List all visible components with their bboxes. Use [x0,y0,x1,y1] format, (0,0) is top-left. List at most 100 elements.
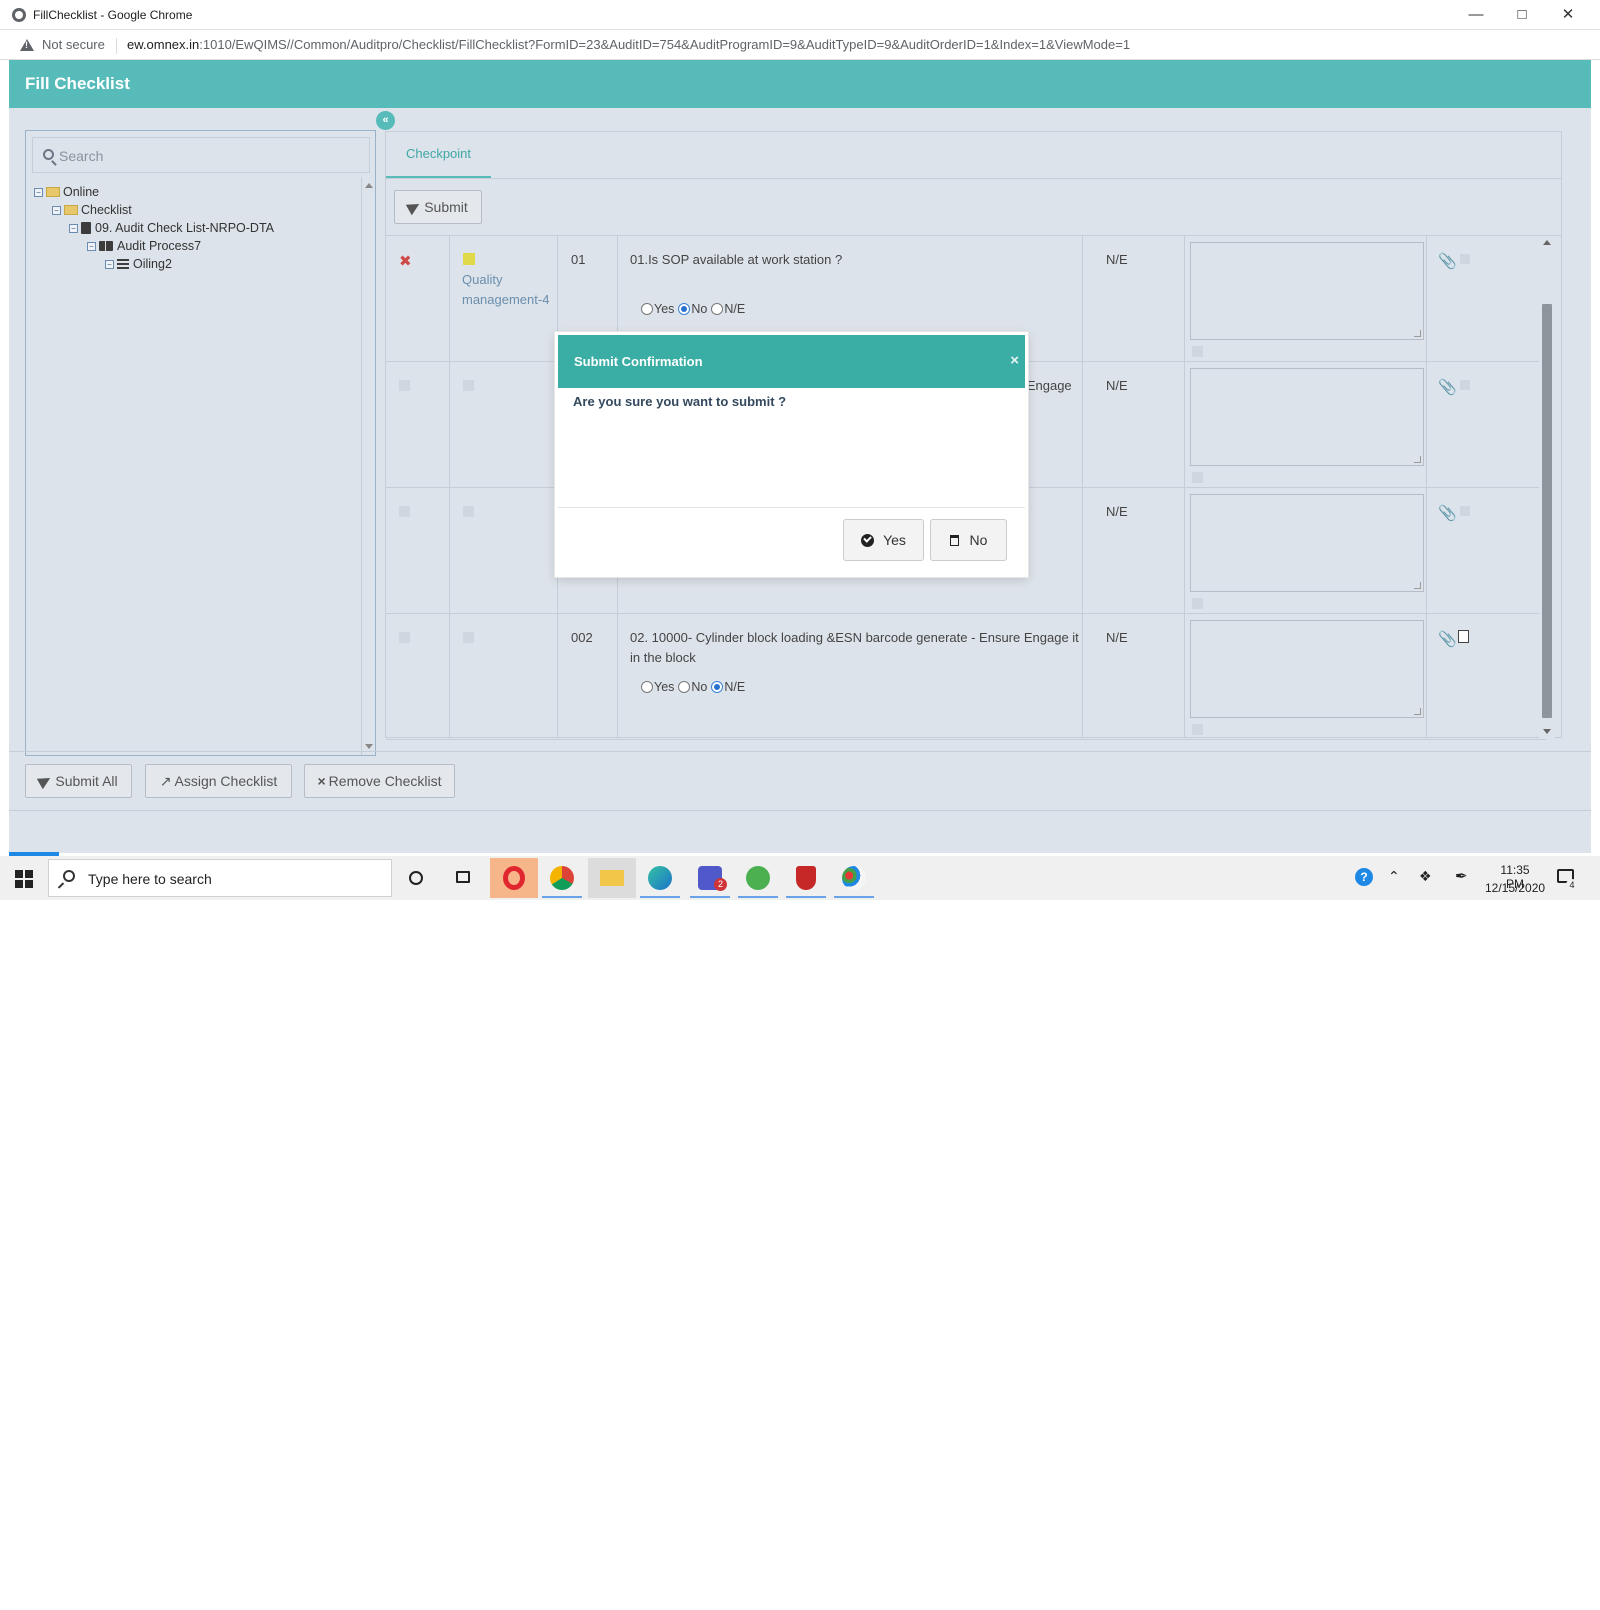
tab-divider [386,178,1561,179]
collapse-toggle-icon[interactable]: − [34,187,43,197]
scroll-up-icon[interactable] [365,183,373,188]
opera-icon[interactable] [490,858,538,898]
scroll-thumb[interactable] [1542,304,1552,718]
paperclip-icon[interactable]: 📎 [1438,252,1457,270]
remarks-textarea[interactable] [1190,242,1424,340]
utorrent-icon[interactable] [734,858,782,898]
row-select-box[interactable] [399,506,410,517]
remarks-textarea[interactable] [1190,620,1424,718]
scroll-up-icon[interactable] [1543,240,1551,245]
help-tray-icon[interactable]: ? [1355,868,1373,886]
file-explorer-icon[interactable] [588,858,636,898]
radio-ne[interactable] [711,681,724,693]
submit-all-button[interactable]: Submit All [25,764,132,798]
document-icon[interactable] [1460,506,1470,516]
scroll-down-icon[interactable] [1543,729,1551,734]
paperclip-icon[interactable]: 📎 [1438,630,1457,648]
dialog-message: Are you sure you want to submit ? [573,394,787,409]
row-checkbox[interactable] [1192,472,1203,483]
teams-icon[interactable]: 2 [686,858,734,898]
windows-start-icon[interactable] [15,870,33,888]
taskbar-search-placeholder: Type here to search [88,871,212,887]
dialog-close-button[interactable]: × [1010,352,1019,369]
tab-checkpoint[interactable]: Checkpoint [386,132,491,178]
maximize-button[interactable]: □ [1502,4,1542,26]
radio-no[interactable] [678,303,691,315]
pen-icon[interactable]: ✒ [1455,867,1468,885]
paperclip-icon[interactable]: 📎 [1438,378,1457,396]
document-icon[interactable] [1460,254,1470,264]
security-label[interactable]: Not secure [42,37,105,52]
tree-node-audit-process[interactable]: − Audit Process7 [87,237,201,255]
minimize-button[interactable]: — [1456,4,1496,26]
chrome-icon[interactable] [538,858,586,898]
tree-node-online[interactable]: − Online [34,183,99,201]
assign-checklist-button[interactable]: ↗ Assign Checklist [145,764,292,798]
row-checkbox[interactable] [1192,346,1203,357]
url-text[interactable]: ew.omnex.in:1010/EwQIMS//Common/Auditpro… [127,37,1130,52]
share-icon: ↗ [159,772,172,789]
scroll-down-icon[interactable] [365,744,373,749]
remove-checklist-button[interactable]: × Remove Checklist [304,764,455,798]
book-icon [81,222,91,234]
grid-scrollbar[interactable] [1539,236,1555,738]
submit-button[interactable]: Submit [394,190,482,224]
confirm-yes-button[interactable]: Yes [843,519,924,561]
radio-yes[interactable] [641,681,653,693]
screen: FillChecklist - Google Chrome — □ ✕ Not … [0,0,1600,900]
status-value: N/E [1106,378,1128,393]
edge-icon[interactable] [636,858,684,898]
address-bar[interactable]: Not secure ew.omnex.in:1010/EwQIMS//Comm… [0,30,1600,60]
send-icon [406,198,423,216]
notification-count: 4 [1566,879,1578,891]
document-icon[interactable] [1460,380,1470,390]
status-color-indicator [463,632,474,643]
close-icon[interactable]: ✖ [399,252,412,270]
dropbox-icon[interactable]: ❖ [1419,868,1432,885]
row-select-box[interactable] [399,380,410,391]
tree-node-checklist[interactable]: − Checklist [52,201,132,219]
warning-icon [20,39,34,51]
column-divider [1426,236,1427,738]
close-window-button[interactable]: ✕ [1548,4,1588,26]
radio-ne[interactable] [711,303,724,315]
remarks-textarea[interactable] [1190,368,1424,466]
tree-search-input[interactable] [59,146,359,166]
tree-scrollbar[interactable] [361,177,375,755]
cortana-icon[interactable] [392,858,440,898]
collapse-toggle-icon[interactable]: − [52,205,61,215]
clock-date[interactable]: 12/15/2020 [1485,881,1545,895]
remarks-textarea[interactable] [1190,494,1424,592]
search-icon [43,149,54,160]
page-title: Fill Checklist [25,74,130,93]
row-checkbox[interactable] [1192,598,1203,609]
taskbar-search-box[interactable]: Type here to search [48,859,392,897]
paint-icon[interactable] [830,858,878,898]
address-separator [116,38,117,54]
question-text: 02. 10000- Cylinder block loading &ESN b… [630,630,1079,665]
collapse-toggle-icon[interactable]: − [87,241,96,251]
task-view-icon[interactable] [440,858,488,898]
collapse-sidebar-button[interactable]: « [376,111,395,130]
collapse-toggle-icon[interactable]: − [105,259,114,269]
tree-node-audit-checklist[interactable]: − 09. Audit Check List-NRPO-DTA [69,219,274,237]
tree-node-label: Oiling2 [133,257,172,271]
close-icon: × [317,773,326,789]
question-text: e Engage [1016,378,1072,393]
document-icon[interactable] [1458,630,1469,643]
radio-yes-label: Yes [654,680,675,694]
radio-no[interactable] [678,681,691,693]
row-select-box[interactable] [399,632,410,643]
column-divider [1082,236,1083,738]
chevron-up-icon[interactable]: ⌃ [1388,868,1400,885]
row-checkbox[interactable] [1192,724,1203,735]
paperclip-icon[interactable]: 📎 [1438,504,1457,522]
active-indicator [690,896,730,898]
tree-node-oiling[interactable]: − Oiling2 [105,255,172,273]
collapse-toggle-icon[interactable]: − [69,223,78,233]
confirm-no-button[interactable]: No [930,519,1007,561]
radio-yes-label: Yes [654,302,675,316]
windows-taskbar: Type here to search 2 ? ⌃ ❖ ✒ [0,856,1600,900]
shield-app-icon[interactable] [782,858,830,898]
radio-yes[interactable] [641,303,653,315]
